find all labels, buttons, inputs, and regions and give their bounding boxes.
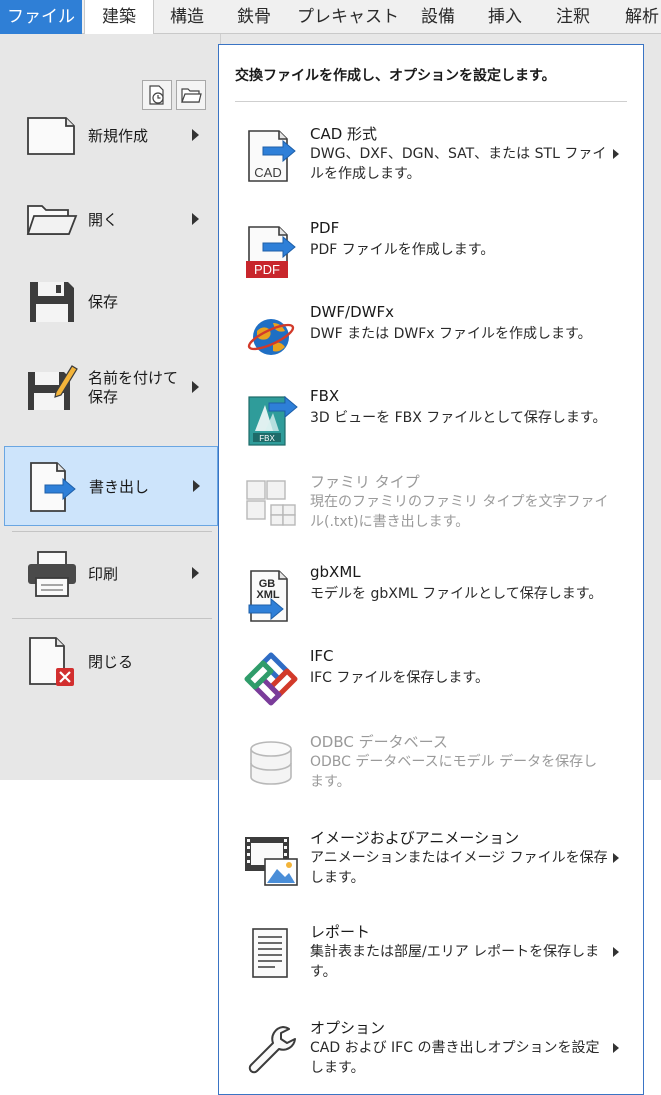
export-item-title: FBX [310,387,340,405]
submenu-arrow-icon [613,853,619,863]
printer-icon [28,551,76,597]
tab-precast[interactable]: プレキャスト [294,0,402,34]
database-icon [250,741,292,785]
application-menu: 新規作成 開く 保存 名前を付けて保存 書き出し 印刷 閉じる [0,34,221,780]
svg-text:CAD: CAD [254,165,281,180]
menu-item-label: 書き出し [89,477,150,496]
export-item-title: オプション [310,1019,386,1037]
submenu-arrow-icon [192,381,199,393]
gbxml-export-icon: GB XML [248,570,288,622]
cad-export-icon: CAD [248,130,296,182]
submenu-arrow-icon [192,567,199,579]
menu-item-label: 新規作成 [88,126,149,145]
close-document-icon [29,637,74,686]
menu-item-export[interactable]: 書き出し [4,446,218,526]
export-item-description: DWG、DXF、DGN、SAT、または STL ファイルを作成します。 [310,146,607,182]
export-icon [30,462,76,512]
menu-item-label: 閉じる [88,652,134,671]
export-submenu-header: 交換ファイルを作成し、オプションを設定します。 [235,68,556,84]
export-item-description: ODBC データベースにモデル データを保存します。 [310,754,598,790]
svg-text:FBX: FBX [259,434,275,443]
film-image-icon [245,837,298,886]
submenu-arrow-icon [193,480,200,492]
export-item-fbx[interactable]: FBX FBX 3D ビューを FBX ファイルとして保存します。 [223,377,639,463]
menu-item-open[interactable]: 開く [4,180,218,260]
export-submenu: 交換ファイルを作成し、オプションを設定します。 CAD CAD 形式 DWG、D… [218,44,644,1095]
export-item-dwf[interactable]: DWF/DWFx DWF または DWFx ファイルを作成します。 [223,293,639,379]
export-item-title: DWF/DWFx [310,303,394,321]
submenu-arrow-icon [613,1043,619,1053]
tab-architecture[interactable]: 建築 [84,0,154,35]
tab-annotate[interactable]: 注釈 [542,0,604,34]
export-item-title: IFC [310,647,334,665]
export-item-description: CAD および IFC の書き出しオプションを設定します。 [310,1040,600,1076]
menu-item-close[interactable]: 閉じる [4,622,218,702]
export-item-description: アニメーションまたはイメージ ファイルを保存します。 [310,850,608,886]
save-as-icon [28,365,78,410]
export-item-title: ファミリ タイプ [310,473,420,491]
menu-item-new[interactable]: 新規作成 [4,96,218,176]
tab-steel[interactable]: 鉄骨 [222,0,286,34]
tab-systems[interactable]: 設備 [408,0,468,34]
tab-insert[interactable]: 挿入 [474,0,536,34]
menu-divider [12,531,212,532]
menu-item-label: 印刷 [88,564,119,583]
ribbon-tab-bar: ファイル 建築 構造 鉄骨 プレキャスト 設備 挿入 注釈 解析 [0,0,661,35]
export-item-images-animations[interactable]: イメージおよびアニメーション アニメーションまたはイメージ ファイルを保存します… [223,817,639,903]
new-document-icon [27,117,75,155]
export-item-title: CAD 形式 [310,125,378,143]
export-item-description: モデルを gbXML ファイルとして保存します。 [310,586,603,602]
pdf-export-icon: PDF [246,226,296,278]
export-item-title: レポート [310,923,371,941]
export-item-options[interactable]: オプション CAD および IFC の書き出しオプションを設定します。 [223,1007,639,1093]
submenu-arrow-icon [613,149,619,159]
tab-file[interactable]: ファイル [0,0,82,34]
menu-item-label: 保存 [88,292,119,311]
export-item-reports[interactable]: レポート 集計表または部屋/エリア レポートを保存します。 [223,911,639,997]
submenu-arrow-icon [192,213,199,225]
tab-analyze[interactable]: 解析 [612,0,661,34]
save-disk-icon [30,282,74,322]
export-item-description: 現在のファミリのファミリ タイプを文字ファイル(.txt)に書き出します。 [310,494,609,530]
menu-divider [12,618,212,619]
export-item-description: IFC ファイルを保存します。 [310,670,490,686]
report-icon [252,928,288,978]
svg-text:XML: XML [256,589,280,601]
menu-item-save-as[interactable]: 名前を付けて保存 [4,348,218,428]
export-submenu-divider [235,101,627,102]
family-types-icon [246,480,296,526]
export-item-title: PDF [310,219,340,237]
export-item-gbxml[interactable]: GB XML gbXML モデルを gbXML ファイルとして保存します。 [223,553,639,639]
submenu-arrow-icon [613,947,619,957]
menu-item-label: 開く [88,210,119,229]
export-item-description: DWF または DWFx ファイルを作成します。 [310,326,592,342]
export-item-odbc: ODBC データベース ODBC データベースにモデル データを保存します。 [223,721,639,807]
ifc-logo-icon [244,652,298,706]
export-item-description: PDF ファイルを作成します。 [310,242,495,258]
export-item-description: 3D ビューを FBX ファイルとして保存します。 [310,410,607,426]
dwf-globe-icon [247,319,295,355]
export-item-title: イメージおよびアニメーション [310,829,520,847]
tab-structure[interactable]: 構造 [156,0,218,34]
menu-item-label: 名前を付けて保存 [88,369,179,406]
export-item-pdf[interactable]: PDF PDF PDF ファイルを作成します。 [223,209,639,295]
export-item-title: gbXML [310,563,361,581]
open-folder-icon [26,205,78,235]
fbx-export-icon: FBX [248,395,298,446]
wrench-icon [248,1026,296,1074]
export-item-cad[interactable]: CAD CAD 形式 DWG、DXF、DGN、SAT、または STL ファイルを… [223,113,639,199]
svg-text:PDF: PDF [254,262,280,277]
export-item-ifc[interactable]: IFC IFC ファイルを保存します。 [223,637,639,723]
export-item-description: 集計表または部屋/エリア レポートを保存します。 [310,944,600,980]
menu-item-print[interactable]: 印刷 [4,534,218,614]
submenu-arrow-icon [192,129,199,141]
menu-item-save[interactable]: 保存 [4,262,218,342]
export-item-title: ODBC データベース [310,733,448,751]
export-item-family-types: ファミリ タイプ 現在のファミリのファミリ タイプを文字ファイル(.txt)に書… [223,461,639,547]
